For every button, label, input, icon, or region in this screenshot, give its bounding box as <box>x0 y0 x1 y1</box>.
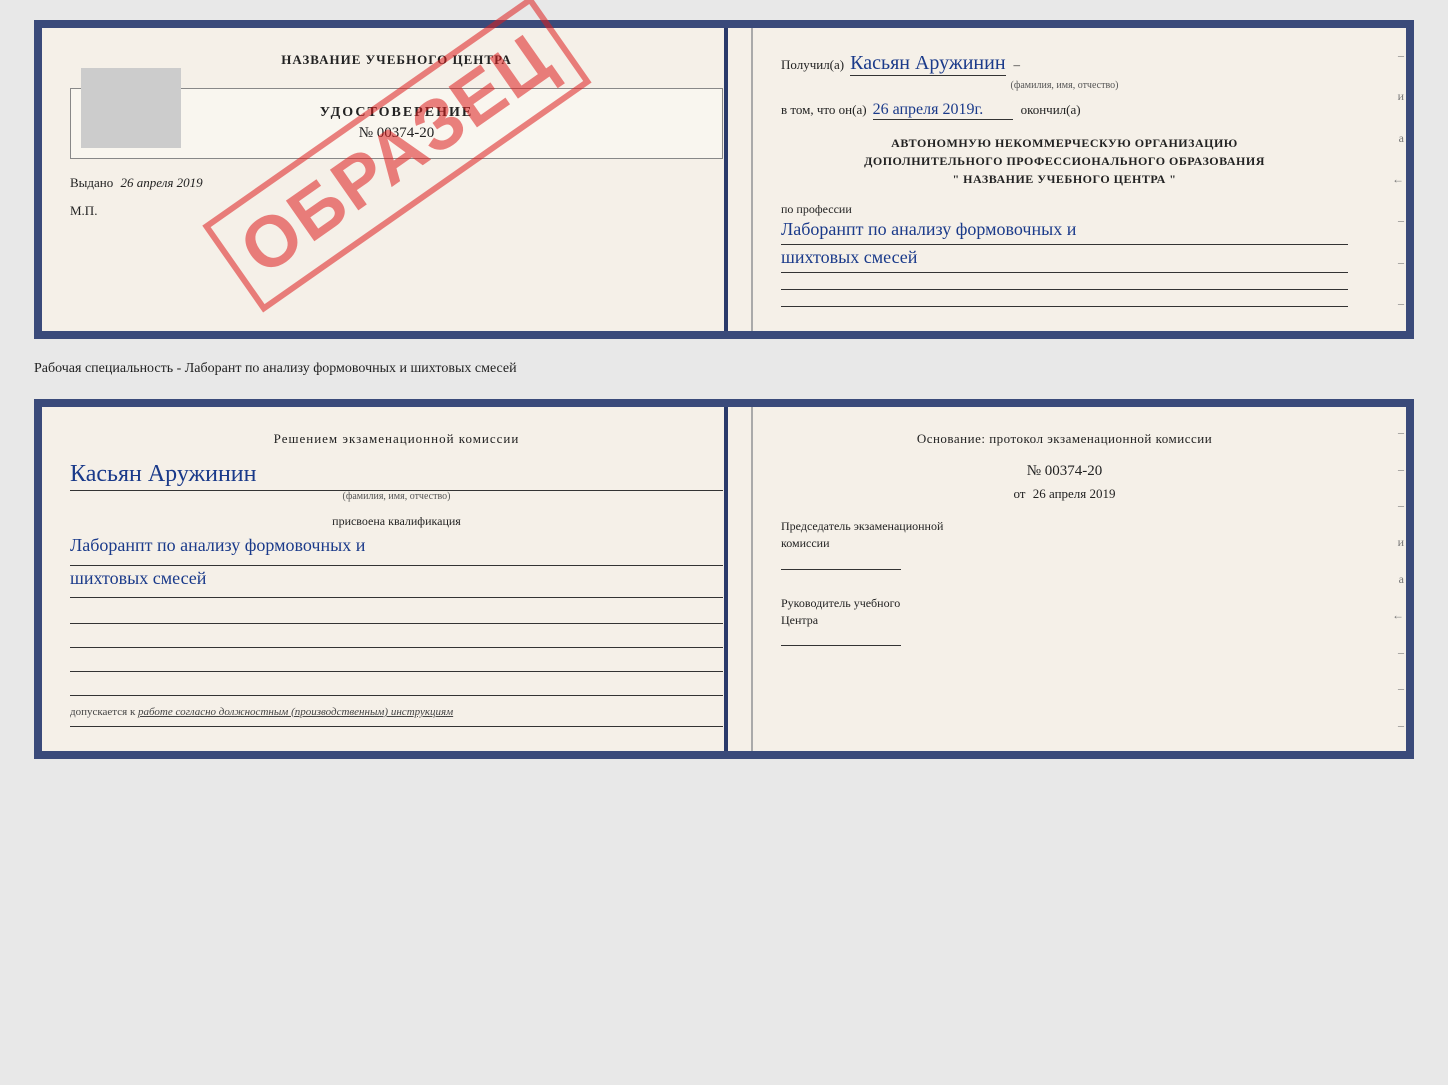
margin-dash-2: – <box>1378 213 1404 228</box>
margin-dash-3: – <box>1378 255 1404 270</box>
bottom-right-wrapper: Основание: протокол экзаменационной коми… <box>753 407 1406 750</box>
certificate-right-wrapper: Получил(а) Касьян Аружинин – (фамилия, и… <box>753 28 1406 331</box>
predsedatel-block: Председатель экзаменационной комиссии <box>781 518 1348 574</box>
dopuskaetsya-block: допускается к работе согласно должностны… <box>70 706 723 718</box>
mp-row: М.П. <box>70 203 723 219</box>
qual-text-2: шихтовых смесей <box>70 566 723 591</box>
profession-text-1: Лаборанпт по анализу формовочных и <box>781 217 1348 242</box>
b-margin-dash-5: – <box>1378 681 1404 696</box>
qualification-label: присвоена квалификация <box>70 514 723 529</box>
bottom-right-margin: – – – и а ← – – – <box>1376 407 1406 750</box>
fio-sublabel-top: (фамилия, имя, отчество) <box>781 80 1348 91</box>
b-margin-letter-i: и <box>1378 535 1404 550</box>
signature-lines <box>70 608 723 696</box>
predsedatel-underline <box>781 556 901 570</box>
protocol-date: 26 апреля 2019 <box>1033 486 1116 501</box>
org-line1: АВТОНОМНУЮ НЕКОММЕРЧЕСКУЮ ОРГАНИЗАЦИЮ <box>781 134 1348 152</box>
cert-body: УДОСТОВЕРЕНИЕ № 00374-20 ОБРАЗЕЦ Выдано … <box>70 88 723 219</box>
bottom-underline <box>70 726 723 727</box>
sig-line-1 <box>70 608 723 624</box>
po-professii-label: по профессии <box>781 202 852 216</box>
poluchil-line: Получил(а) Касьян Аружинин – <box>781 52 1348 76</box>
protocol-date-row: от 26 апреля 2019 <box>781 486 1348 502</box>
certificate-left-page: НАЗВАНИЕ УЧЕБНОГО ЦЕНТРА УДОСТОВЕРЕНИЕ №… <box>42 28 753 331</box>
dopuskaetsya-text: работе согласно должностным (производств… <box>138 706 453 718</box>
blank-line-2 <box>781 306 1348 307</box>
rukovoditel-block: Руководитель учебного Центра <box>781 595 1348 651</box>
udostoverenie-label: УДОСТОВЕРЕНИЕ <box>91 105 702 121</box>
photo-placeholder <box>81 68 181 148</box>
profession-line: по профессии <box>781 202 1348 217</box>
name-line: Касьян Аружинин <box>70 461 723 491</box>
b-margin-dash-6: – <box>1378 718 1404 733</box>
okonchil-label: окончил(а) <box>1021 102 1081 118</box>
margin-letter-i: и <box>1378 89 1404 104</box>
certificate-right-page: Получил(а) Касьян Аружинин – (фамилия, и… <box>753 28 1376 331</box>
bottom-fio-sub: (фамилия, имя, отчество) <box>70 491 723 502</box>
udostoverenie-number: № 00374-20 <box>91 125 702 142</box>
vydano-label: Выдано <box>70 175 113 190</box>
poluchil-label: Получил(а) <box>781 57 844 73</box>
completion-date: 26 апреля 2019г. <box>873 101 1013 120</box>
b-margin-dash-3: – <box>1378 498 1404 513</box>
sig-line-4 <box>70 680 723 696</box>
protocol-number: № 00374-20 <box>781 463 1348 480</box>
profession-underline-2 <box>781 272 1348 273</box>
margin-dash-4: – <box>1378 296 1404 311</box>
vtom-label: в том, что он(а) <box>781 102 867 118</box>
qual-text-1: Лаборанпт по анализу формовочных и <box>70 533 723 558</box>
cert-title: НАЗВАНИЕ УЧЕБНОГО ЦЕНТРА <box>70 52 723 68</box>
vydano-date: 26 апреля 2019 <box>121 175 203 190</box>
qual-underline-2 <box>70 597 723 598</box>
margin-arrow: ← <box>1378 172 1404 187</box>
predsedatel-line1: Председатель экзаменационной <box>781 518 1348 535</box>
bottom-certificate-book: Решением экзаменационной комиссии Касьян… <box>34 399 1414 758</box>
org-line2: ДОПОЛНИТЕЛЬНОГО ПРОФЕССИОНАЛЬНОГО ОБРАЗО… <box>781 152 1348 170</box>
qualification-block: Лаборанпт по анализу формовочных и шихто… <box>70 533 723 597</box>
osnov-text: Основание: протокол экзаменационной коми… <box>781 431 1348 447</box>
recipient-name: Касьян Аружинин <box>850 52 1005 76</box>
vtom-line: в том, что он(а) 26 апреля 2019г. окончи… <box>781 101 1348 120</box>
dopuskaetsya-prefix: допускается к <box>70 706 135 718</box>
predsedatel-line2: комиссии <box>781 535 1348 552</box>
b-margin-dash-1: – <box>1378 425 1404 440</box>
ot-prefix: от <box>1013 486 1025 501</box>
margin-letter-a: а <box>1378 131 1404 146</box>
sig-line-2 <box>70 632 723 648</box>
bottom-left-page: Решением экзаменационной комиссии Касьян… <box>42 407 753 750</box>
rukovoditel-line1: Руководитель учебного <box>781 595 1348 612</box>
bottom-right-page: Основание: протокол экзаменационной коми… <box>753 407 1376 750</box>
resolution-text: Решением экзаменационной комиссии <box>70 431 723 447</box>
rukovoditel-line2: Центра <box>781 612 1348 629</box>
profession-text-2: шихтовых смесей <box>781 245 1348 270</box>
b-margin-dash-2: – <box>1378 462 1404 477</box>
dash: – <box>1014 57 1021 73</box>
b-margin-dash-4: – <box>1378 645 1404 660</box>
org-line3: " НАЗВАНИЕ УЧЕБНОГО ЦЕНТРА " <box>781 170 1348 188</box>
top-certificate-book: НАЗВАНИЕ УЧЕБНОГО ЦЕНТРА УДОСТОВЕРЕНИЕ №… <box>34 20 1414 339</box>
sig-line-3 <box>70 656 723 672</box>
vydano-row: Выдано 26 апреля 2019 <box>70 175 723 191</box>
profession-handwritten: Лаборанпт по анализу формовочных и шихто… <box>781 217 1348 307</box>
rukovoditel-underline <box>781 632 901 646</box>
margin-dash-1: – <box>1378 48 1404 63</box>
b-margin-arrow: ← <box>1378 608 1404 623</box>
org-block: АВТОНОМНУЮ НЕКОММЕРЧЕСКУЮ ОРГАНИЗАЦИЮ ДО… <box>781 134 1348 188</box>
specialty-label: Рабочая специальность - Лаборант по анал… <box>34 355 1414 383</box>
udostoverenie-block: УДОСТОВЕРЕНИЕ № 00374-20 <box>70 88 723 159</box>
top-right-margin: – и а ← – – – <box>1376 28 1406 331</box>
blank-line-1 <box>781 289 1348 290</box>
b-margin-letter-a: а <box>1378 572 1404 587</box>
bottom-name: Касьян Аружинин <box>70 461 256 487</box>
